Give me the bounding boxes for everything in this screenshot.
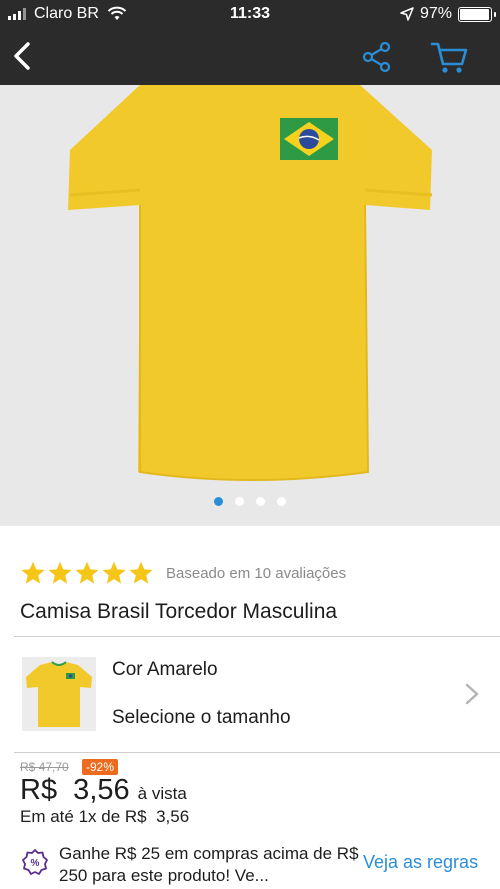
back-button[interactable] [8, 38, 40, 74]
battery-percent: 97% [419, 5, 452, 22]
gallery-dot[interactable] [256, 497, 265, 506]
product-rating[interactable]: Baseado em 10 avaliações [20, 560, 346, 586]
status-bar: Claro BR 11:33 97% [0, 0, 500, 28]
product-title: Camisa Brasil Torcedor Masculina [20, 600, 338, 623]
cart-button[interactable] [428, 38, 470, 76]
gallery-dot[interactable] [277, 497, 286, 506]
star-icon [129, 561, 153, 584]
variant-color: Cor Amarelo [112, 659, 218, 680]
size-selector[interactable]: Selecione o tamanho [112, 707, 291, 729]
promo-text: Ganhe R$ 25 em compras acima de R$ 250 p… [59, 844, 359, 885]
gallery-dot[interactable] [214, 497, 223, 506]
location-icon [400, 7, 414, 21]
battery-group: 97% [400, 5, 496, 23]
divider [14, 752, 500, 753]
battery-icon [458, 6, 496, 22]
gallery-pagination[interactable] [0, 497, 500, 506]
product-image [68, 85, 433, 481]
payment-mode: à vista [137, 784, 187, 803]
price-value: R$ 3,56 [20, 774, 130, 806]
star-icon [75, 561, 99, 584]
current-price: R$ 3,56 à vista [20, 774, 187, 807]
share-button[interactable] [360, 40, 394, 74]
top-nav-bar [0, 28, 500, 85]
flag-patch [280, 118, 338, 160]
rating-stars [20, 560, 154, 586]
gallery-dot[interactable] [235, 497, 244, 506]
promo-rules-link[interactable]: Veja as regras [363, 852, 478, 873]
svg-text:%: % [31, 858, 40, 869]
variant-thumbnail [22, 657, 96, 731]
rating-count-text: Baseado em 10 avaliações [166, 564, 347, 582]
old-price: R$ 47,70 [20, 760, 69, 774]
star-icon [102, 561, 126, 584]
star-icon [48, 561, 72, 584]
discount-icon: % [22, 849, 48, 875]
product-image-gallery[interactable] [0, 85, 500, 526]
installments-text: Em até 1x de R$ 3,56 [20, 807, 190, 826]
variant-selector[interactable]: Cor Amarelo Selecione o tamanho [0, 637, 500, 753]
discount-badge: -92% [82, 759, 119, 775]
star-icon [21, 561, 45, 584]
chevron-right-icon[interactable] [463, 682, 481, 706]
